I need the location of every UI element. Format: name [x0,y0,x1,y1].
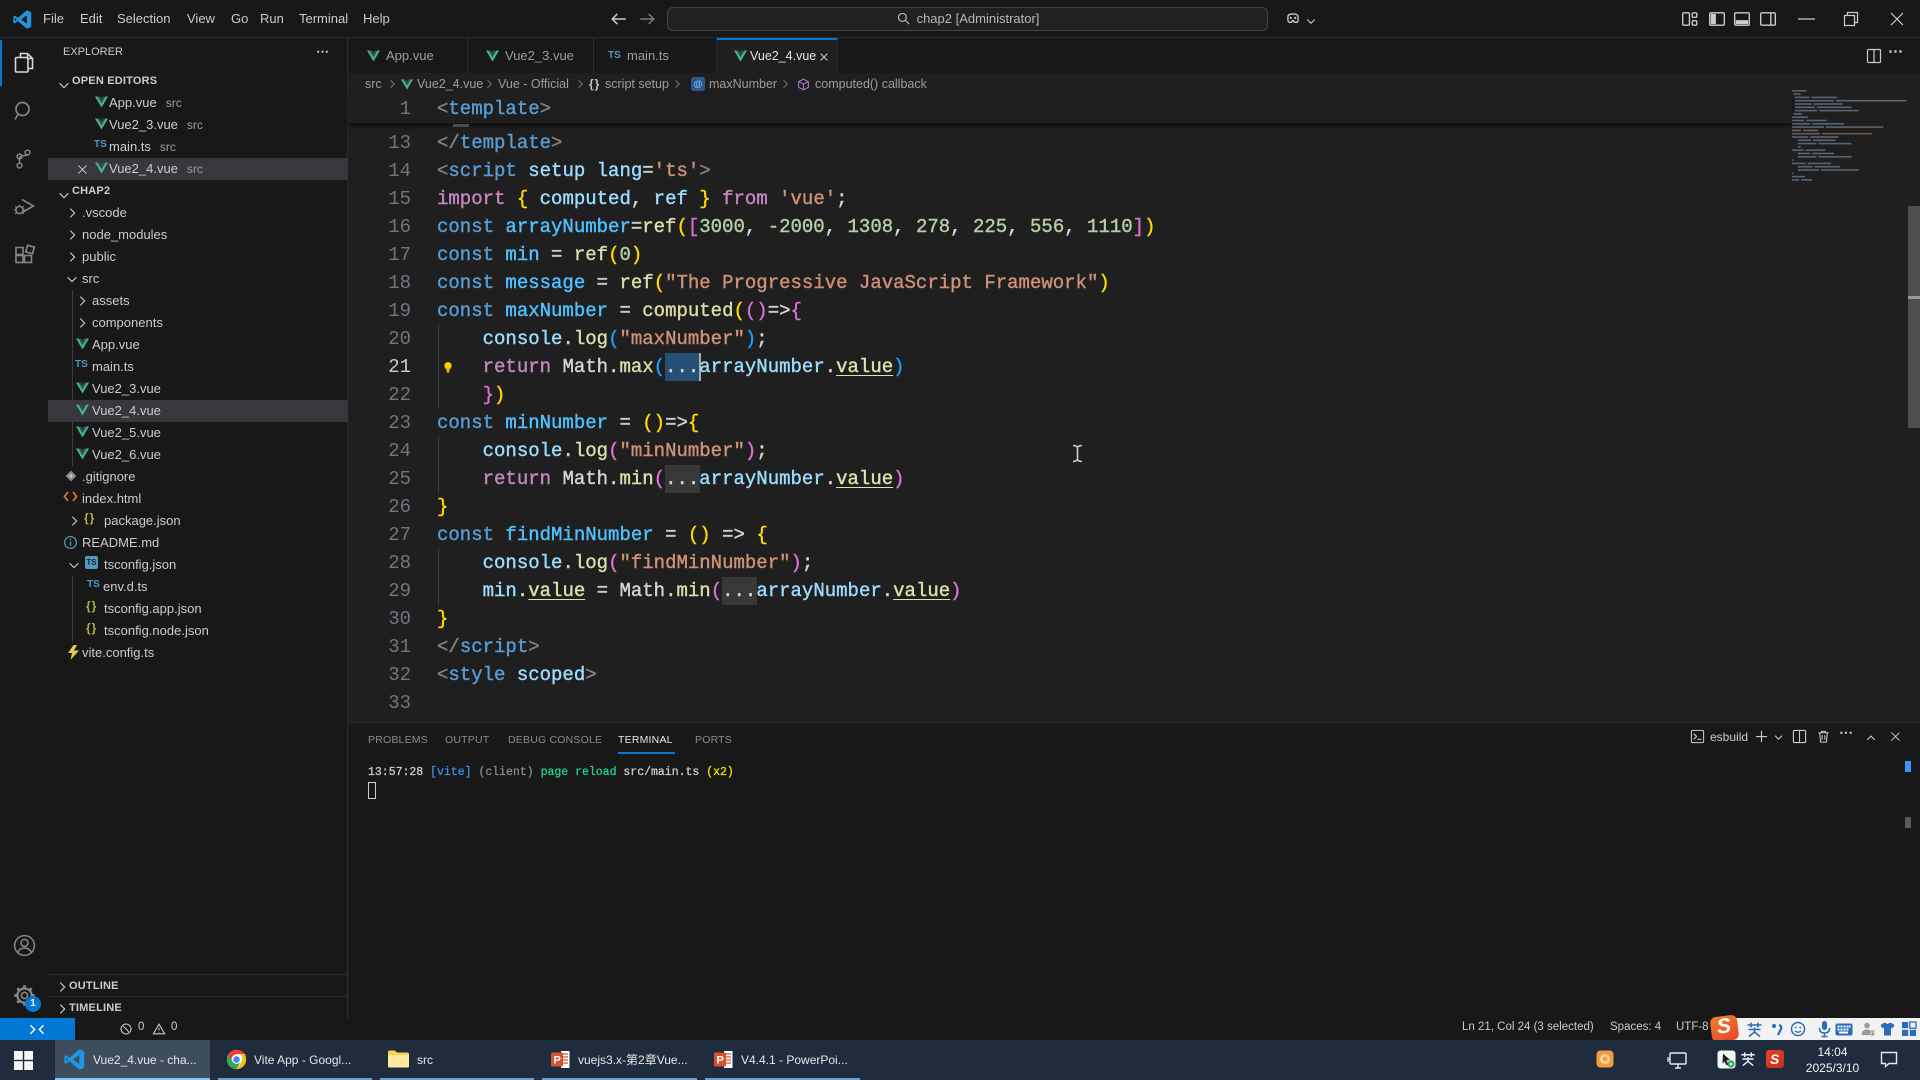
svg-text:1: 1 [1871,1031,1874,1037]
svg-text:P: P [554,1055,561,1067]
svg-text:P: P [717,1055,724,1067]
